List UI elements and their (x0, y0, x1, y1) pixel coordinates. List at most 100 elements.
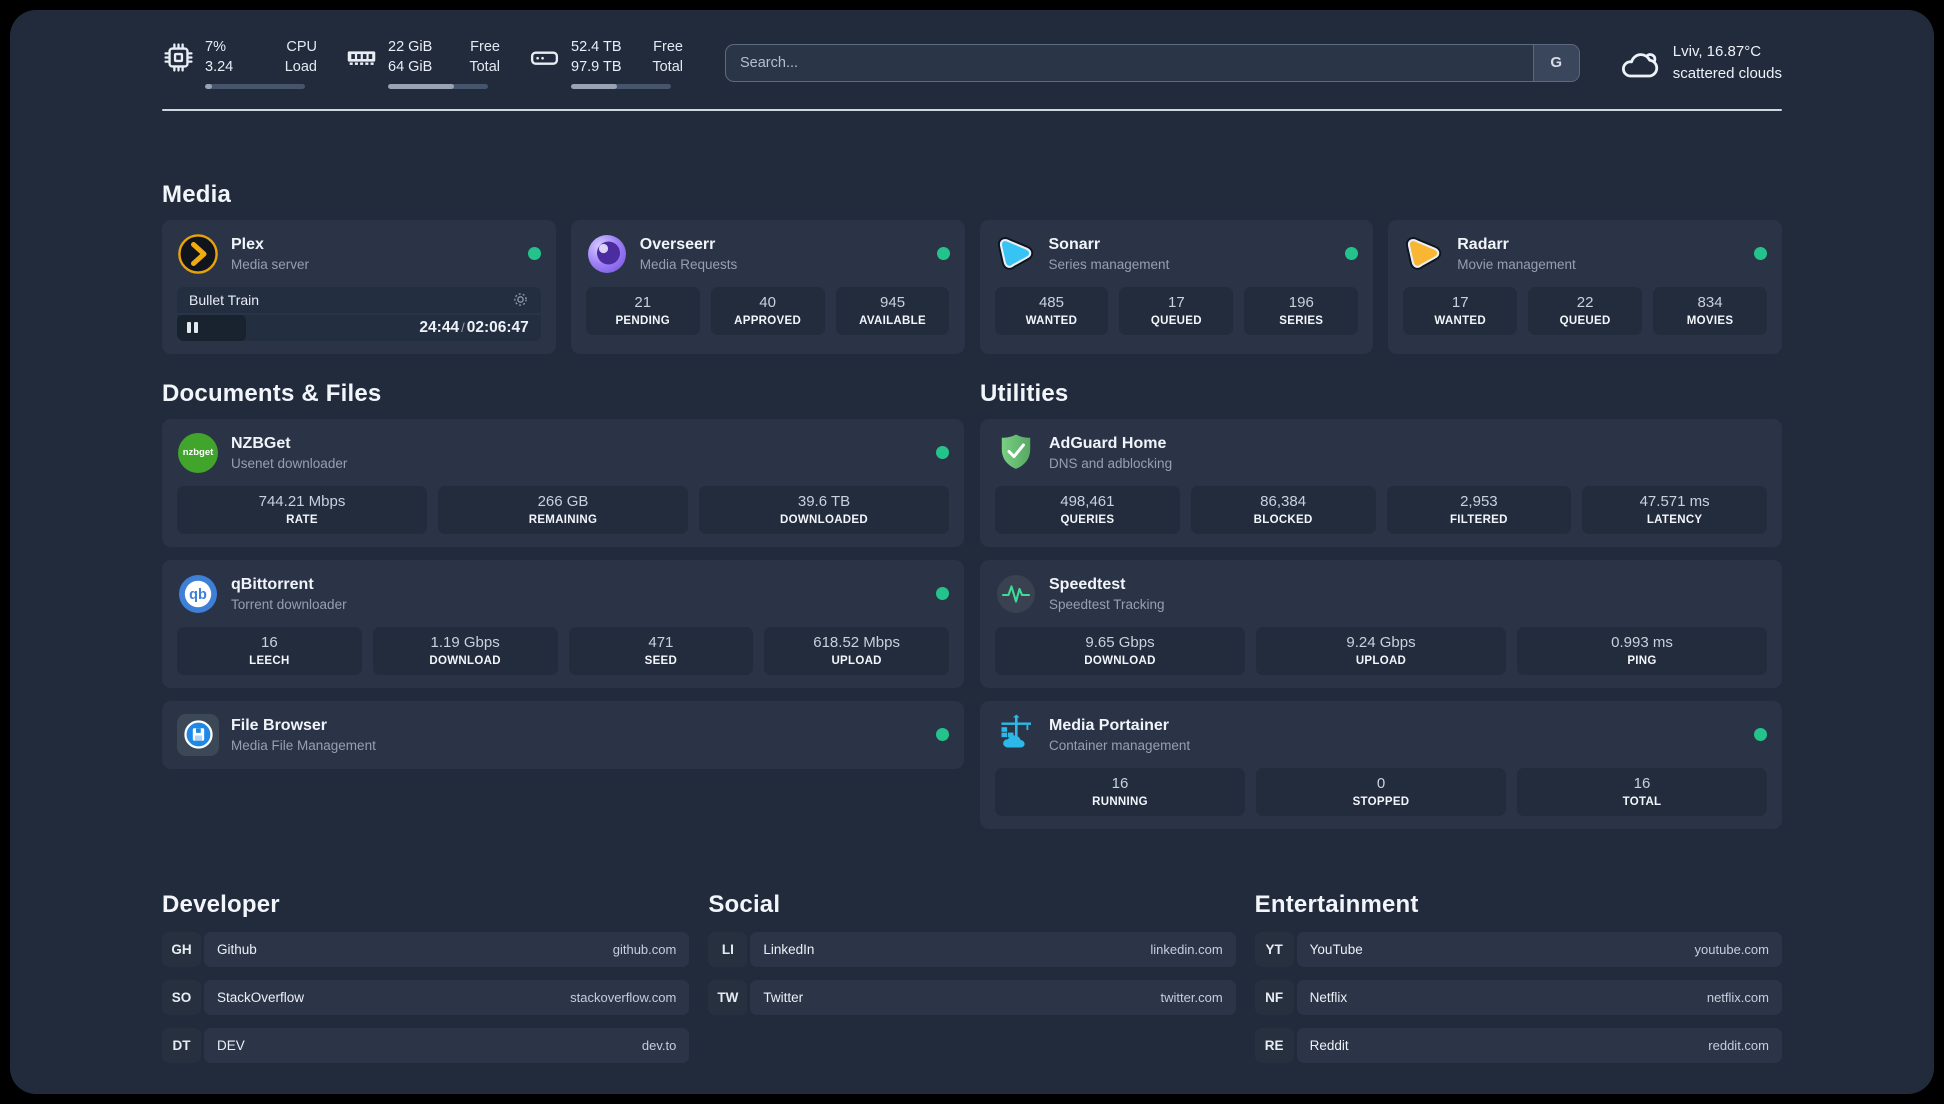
stat-pending: 21 PENDING (585, 286, 700, 335)
playback-separator: / (461, 319, 465, 335)
reddit-abbr-icon: RE (1254, 1027, 1294, 1063)
stat-approved: 40 APPROVED (710, 286, 825, 335)
qbittorrent-icon: qb (177, 573, 219, 615)
netflix-abbr-icon: NF (1254, 979, 1294, 1015)
search-input[interactable] (726, 44, 1533, 81)
section-title-media: Media (162, 180, 232, 208)
stat-queued: 17 QUEUED (1119, 286, 1234, 335)
ram-icon (345, 41, 378, 74)
stackoverflow-abbr-icon: SO (162, 979, 201, 1015)
section-title-entertainment: Entertainment (1254, 890, 1419, 918)
utilities-column: Utilities AdGuard Home DNS and adblockin… (980, 380, 1782, 829)
bookmark-url: linkedin.com (1150, 941, 1223, 957)
header: 7% 3.24 CPU Load 22 GiB 64 GiB Free Tota… (162, 37, 1782, 89)
card-portainer[interactable]: Media Portainer Container management 16 … (980, 700, 1782, 829)
system-stats: 7% 3.24 CPU Load 22 GiB 64 GiB Free Tota… (162, 37, 683, 89)
twitter-abbr-icon: TW (708, 979, 748, 1015)
ram-free-value: 22 GiB (388, 39, 433, 55)
plex-now-playing: Bullet Train 24:44 / 02:06:47 (177, 286, 541, 341)
card-adguard[interactable]: AdGuard Home DNS and adblocking 498,461 … (980, 418, 1782, 547)
cpu-usage-label: CPU (286, 39, 317, 55)
card-sonarr[interactable]: Sonarr Series management 485 WANTED 17 Q… (979, 219, 1374, 354)
header-divider (162, 108, 1782, 111)
section-title-social: Social (708, 890, 781, 918)
card-title: Overseerr (639, 235, 716, 253)
bookmark-url: reddit.com (1708, 1037, 1769, 1053)
gear-icon[interactable] (512, 291, 529, 308)
disk-total-label: Total (652, 59, 683, 76)
card-subtitle: Movie management (1457, 256, 1576, 272)
card-title: File Browser (231, 716, 328, 734)
card-title: qBittorrent (231, 575, 314, 593)
bookmark-reddit[interactable]: RE Reddit reddit.com (1254, 1027, 1782, 1063)
bookmark-url: stackoverflow.com (570, 989, 677, 1005)
youtube-abbr-icon: YT (1254, 931, 1294, 967)
stat-available: 945 AVAILABLE (835, 286, 950, 335)
card-title: Plex (231, 235, 264, 253)
stat-remaining: 266 GB REMAINING (438, 485, 688, 534)
disk-icon (528, 41, 561, 74)
bookmark-linkedin[interactable]: LI LinkedIn linkedin.com (708, 931, 1236, 967)
card-filebrowser[interactable]: File Browser Media File Management (162, 700, 964, 769)
playback-total: 02:06:47 (466, 318, 529, 336)
card-radarr[interactable]: Radarr Movie management 17 WANTED 22 QUE… (1388, 219, 1782, 354)
playback-time: 24:44/02:06:47 (419, 319, 528, 337)
card-plex[interactable]: Plex Media server Bullet Train 24:44 / 0… (162, 219, 556, 354)
media-grid: Plex Media server Bullet Train 24:44 / 0… (162, 219, 1782, 354)
section-title-documents: Documents & Files (162, 379, 382, 407)
bookmark-url: youtube.com (1694, 941, 1769, 957)
bookmark-name: DEV (217, 1037, 245, 1053)
stat-total: 16 TOTAL (1517, 767, 1767, 816)
weather-location-temp: Lviv, 16.87°C (1672, 43, 1762, 61)
playback-current: 24:44 (419, 318, 460, 336)
card-overseerr[interactable]: Overseerr Media Requests 21 PENDING 40 A… (570, 219, 965, 354)
section-title-utilities: Utilities (980, 379, 1069, 407)
card-speedtest[interactable]: Speedtest Speedtest Tracking 9.65 Gbps D… (980, 559, 1782, 688)
card-title: Radarr (1457, 235, 1509, 253)
stat-queries: 498,461 QUERIES (995, 485, 1180, 534)
card-nzbget[interactable]: nzbget NZBGet Usenet downloader 744.21 M… (162, 418, 964, 547)
stat-movies: 834 MOVIES (1653, 286, 1767, 335)
filebrowser-icon (177, 713, 219, 756)
cpu-progress-fill (205, 83, 212, 89)
bookmark-stackoverflow[interactable]: SO StackOverflow stackoverflow.com (162, 979, 690, 1015)
ram-progress-track (388, 83, 488, 89)
overseerr-icon (586, 233, 628, 275)
card-qbittorrent[interactable]: qb qBittorrent Torrent downloader 16 LEE… (162, 559, 964, 688)
card-subtitle: Speedtest Tracking (1049, 596, 1165, 612)
bookmark-url: netflix.com (1706, 989, 1769, 1005)
bookmark-youtube[interactable]: YT YouTube youtube.com (1254, 931, 1782, 967)
card-subtitle: Media File Management (231, 737, 376, 753)
bookmark-netflix[interactable]: NF Netflix netflix.com (1254, 979, 1782, 1015)
cloud-icon (1618, 44, 1660, 82)
bookmark-twitter[interactable]: TW Twitter twitter.com (708, 979, 1236, 1015)
card-title: Media Portainer (1049, 716, 1170, 734)
card-title: NZBGet (231, 434, 291, 452)
stat-stopped: 0 STOPPED (1256, 767, 1506, 816)
search-bar: G (725, 43, 1580, 82)
card-title: Sonarr (1048, 235, 1101, 253)
bookmark-dev[interactable]: DT DEV dev.to (162, 1027, 690, 1063)
bookmark-name: StackOverflow (217, 989, 305, 1005)
weather-widget: Lviv, 16.87°C scattered clouds (1618, 41, 1782, 85)
stat-queued: 22 QUEUED (1528, 286, 1643, 335)
card-subtitle: Series management (1048, 256, 1170, 272)
radarr-icon (1403, 233, 1445, 275)
card-title: Speedtest (1049, 575, 1126, 593)
bookmark-github[interactable]: GH Github github.com (162, 931, 690, 967)
disk-total-value: 97.9 TB (571, 59, 622, 76)
sonarr-icon (995, 233, 1037, 275)
ram-stat-widget: 22 GiB 64 GiB Free Total (345, 37, 500, 89)
disk-free-value: 52.4 TB (571, 39, 622, 55)
stat-rate: 744.21 Mbps RATE (177, 485, 427, 534)
disk-progress-fill (571, 83, 617, 89)
svg-text:qb: qb (189, 587, 207, 603)
stat-upload: 9.24 Gbps UPLOAD (1256, 626, 1506, 675)
dev-abbr-icon: DT (162, 1027, 201, 1063)
search-engine-button[interactable]: G (1532, 44, 1579, 81)
card-subtitle: DNS and adblocking (1049, 455, 1173, 471)
pause-button[interactable] (177, 315, 198, 341)
card-subtitle: Media Requests (639, 256, 738, 272)
status-online-dot (936, 587, 949, 601)
cpu-load-value: 3.24 (205, 59, 234, 76)
